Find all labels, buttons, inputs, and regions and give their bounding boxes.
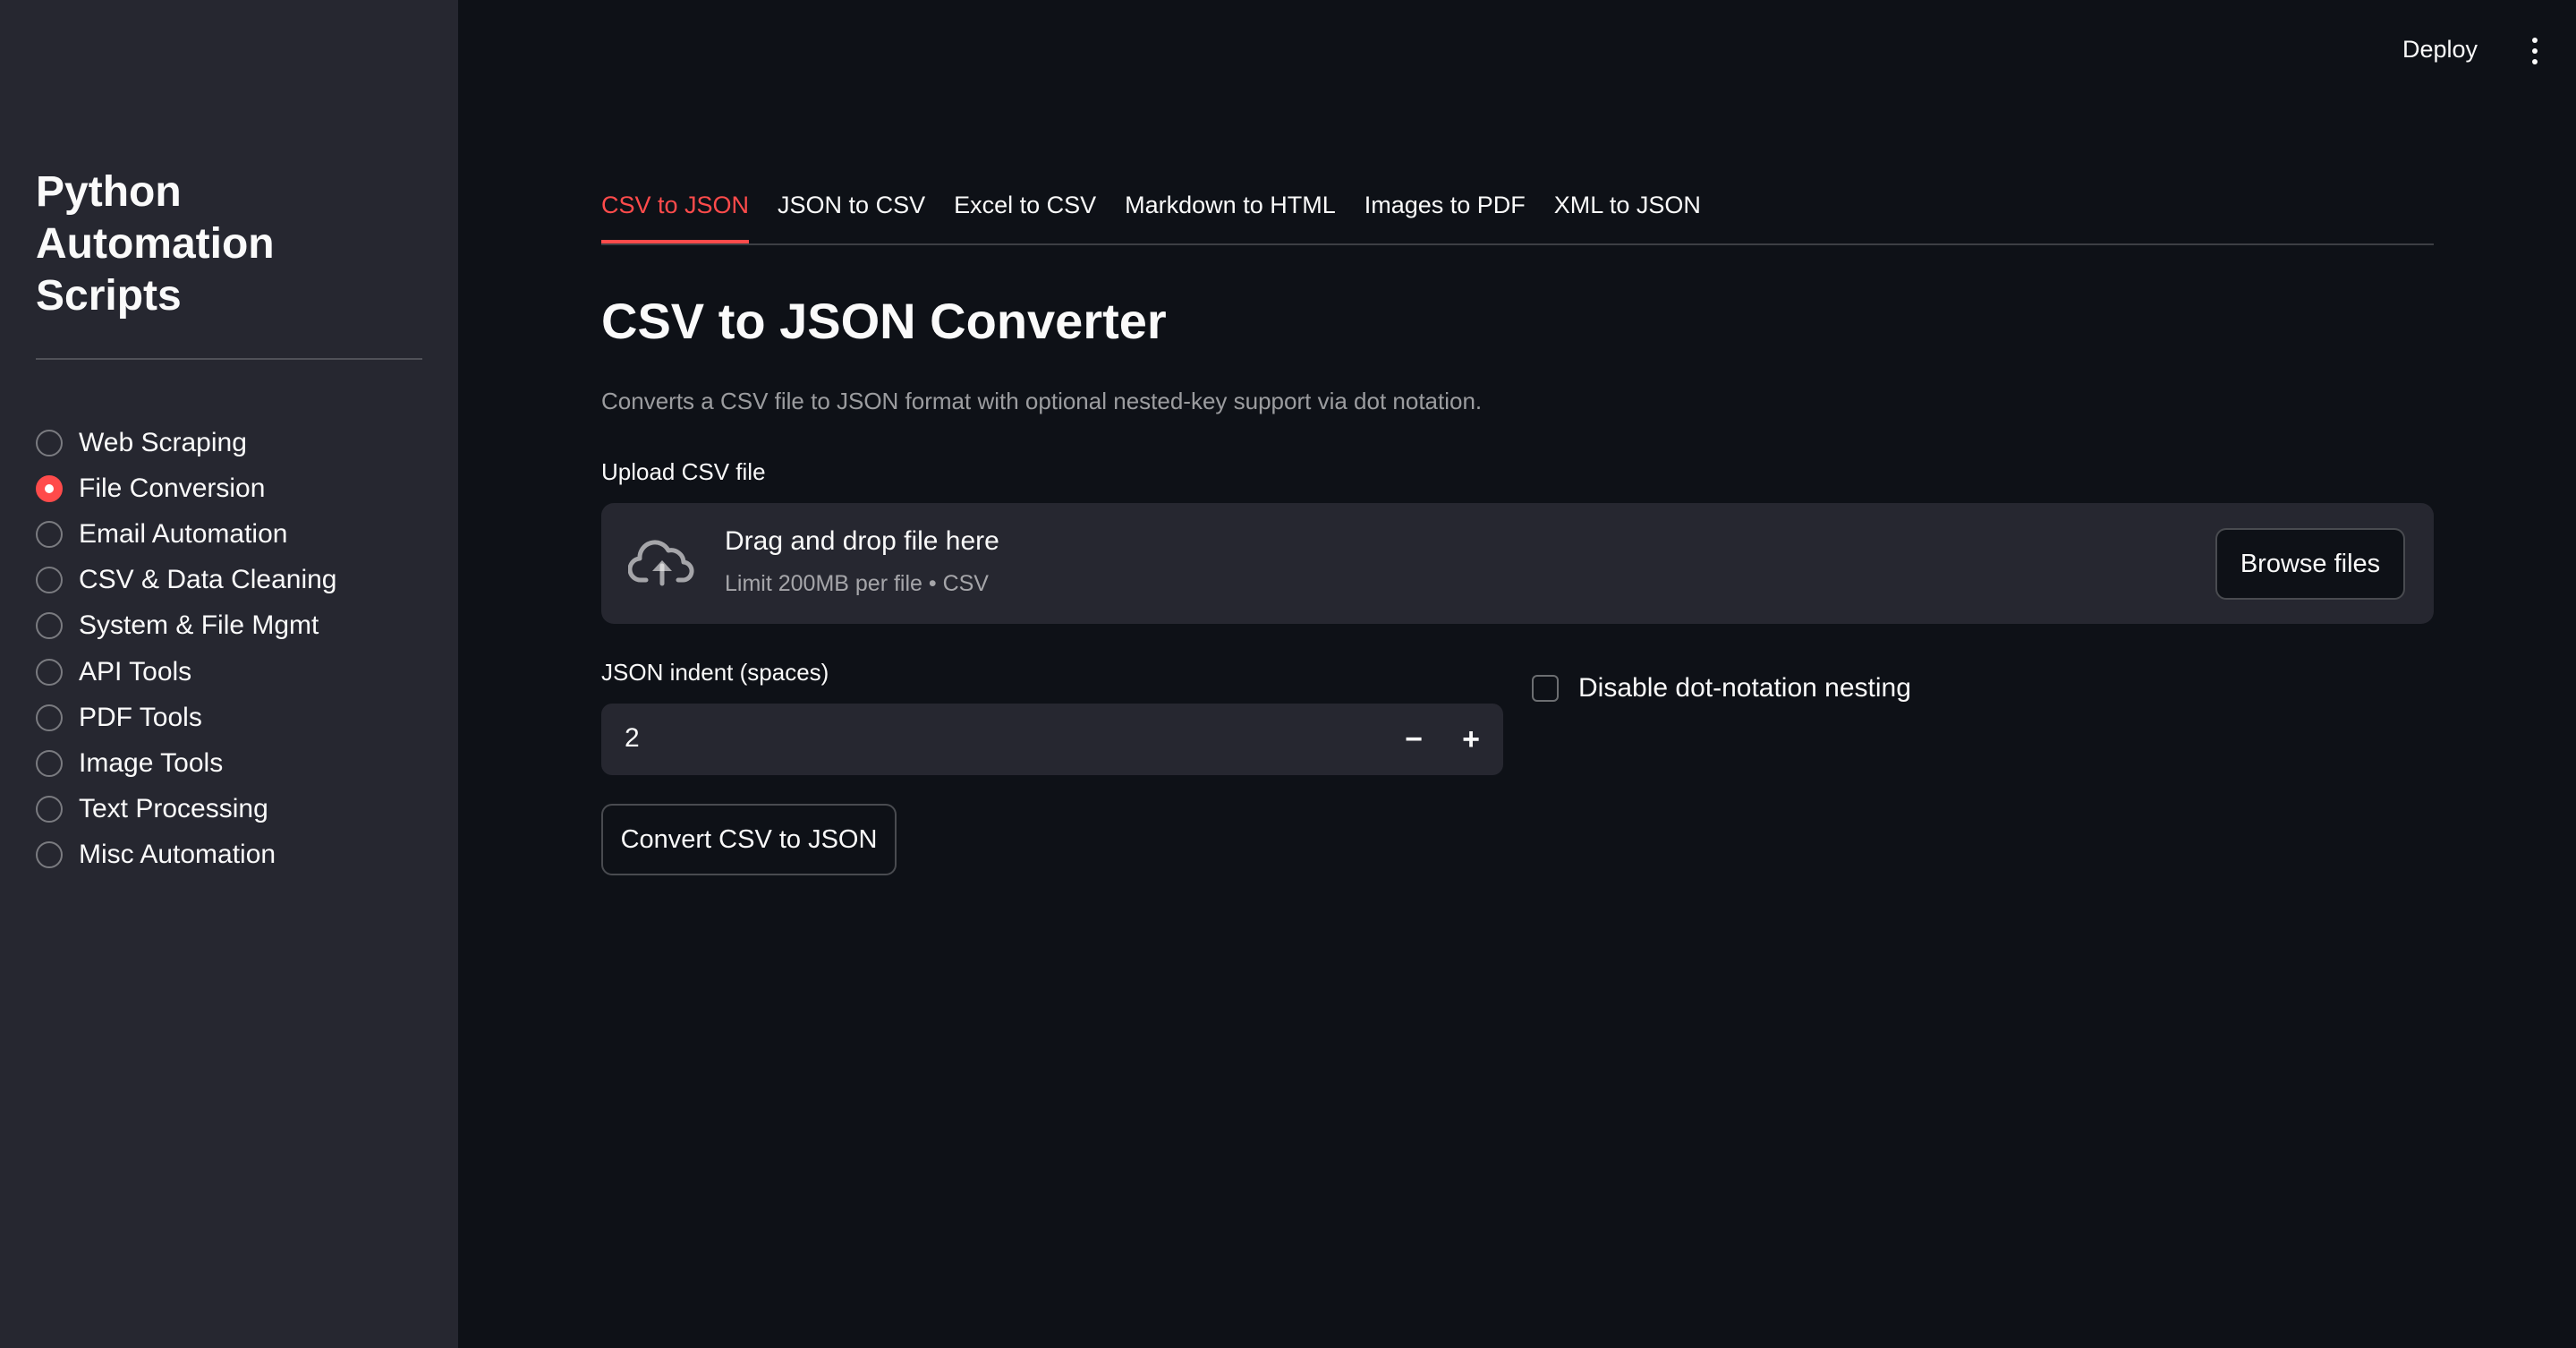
vertical-ellipsis-icon[interactable] [2529,38,2540,64]
dropzone-limit: Limit 200MB per file • CSV [725,571,989,596]
indent-label: JSON indent (spaces) [601,659,829,686]
dot [2532,38,2538,43]
browse-files-button[interactable]: Browse files [2215,528,2405,600]
dot [2532,48,2538,54]
sidebar-divider [36,358,422,360]
radio-item-csv-data-cleaning[interactable]: CSV & Data Cleaning [36,558,429,603]
tab-json-to-csv[interactable]: JSON to CSV [778,184,925,242]
radio-item-pdf-tools[interactable]: PDF Tools [36,695,429,740]
convert-button[interactable]: Convert CSV to JSON [601,804,897,875]
app-window: Python Automation Scripts Web Scraping F… [0,0,2576,1348]
radio-label: Misc Automation [79,840,276,870]
converter-tabs: CSV to JSON JSON to CSV Excel to CSV Mar… [601,184,2434,245]
decrement-button[interactable]: − [1389,714,1439,764]
radio-button-icon[interactable] [36,796,63,823]
radio-button-icon[interactable] [36,429,63,456]
radio-button-icon[interactable] [36,658,63,686]
radio-item-misc-automation[interactable]: Misc Automation [36,832,429,878]
radio-button-icon[interactable] [36,841,63,869]
radio-button-icon[interactable] [36,749,63,777]
page-title: CSV to JSON Converter [601,293,1167,349]
indent-value[interactable]: 2 [625,723,640,754]
radio-item-image-tools[interactable]: Image Tools [36,740,429,786]
radio-item-email-automation[interactable]: Email Automation [36,511,429,557]
radio-button-icon[interactable] [36,704,63,731]
tab-csv-to-json[interactable]: CSV to JSON [601,184,750,243]
radio-label: Text Processing [79,794,268,824]
radio-button-selected-icon[interactable] [36,474,63,502]
tab-xml-to-json[interactable]: XML to JSON [1554,184,1701,242]
indent-number-input[interactable]: 2 − + [601,704,1503,775]
sidebar: Python Automation Scripts Web Scraping F… [0,0,458,1348]
main-content: CSV to JSON JSON to CSV Excel to CSV Mar… [601,0,2434,1348]
radio-button-icon[interactable] [36,612,63,640]
radio-button-icon[interactable] [36,520,63,548]
increment-button[interactable]: + [1446,714,1496,764]
radio-label: File Conversion [79,473,266,503]
sidebar-title: Python Automation Scripts [36,168,275,320]
script-category-radio-group: Web Scraping File Conversion Email Autom… [36,420,429,878]
radio-label: Email Automation [79,518,288,549]
radio-item-system-file-mgmt[interactable]: System & File Mgmt [36,603,429,649]
checkbox-icon[interactable] [1532,675,1559,702]
tab-images-to-pdf[interactable]: Images to PDF [1365,184,1526,242]
cloud-upload-icon [628,540,694,586]
radio-button-icon[interactable] [36,567,63,594]
radio-label: Web Scraping [79,427,247,457]
tab-excel-to-csv[interactable]: Excel to CSV [954,184,1096,242]
radio-label: CSV & Data Cleaning [79,565,337,595]
radio-label: Image Tools [79,747,224,778]
radio-item-api-tools[interactable]: API Tools [36,649,429,695]
checkbox-label: Disable dot-notation nesting [1578,673,1911,703]
page-description: Converts a CSV file to JSON format with … [601,388,1483,414]
radio-label: PDF Tools [79,702,202,732]
tab-markdown-to-html[interactable]: Markdown to HTML [1125,184,1336,242]
dropzone-title: Drag and drop file here [725,526,999,556]
disable-nesting-checkbox[interactable]: Disable dot-notation nesting [1532,673,1911,704]
radio-label: System & File Mgmt [79,610,319,641]
upload-label: Upload CSV file [601,458,766,485]
dot [2532,59,2538,64]
radio-item-file-conversion[interactable]: File Conversion [36,465,429,511]
radio-label: API Tools [79,656,192,687]
radio-item-web-scraping[interactable]: Web Scraping [36,420,429,465]
radio-item-text-processing[interactable]: Text Processing [36,787,429,832]
file-dropzone[interactable]: Drag and drop file here Limit 200MB per … [601,503,2434,624]
